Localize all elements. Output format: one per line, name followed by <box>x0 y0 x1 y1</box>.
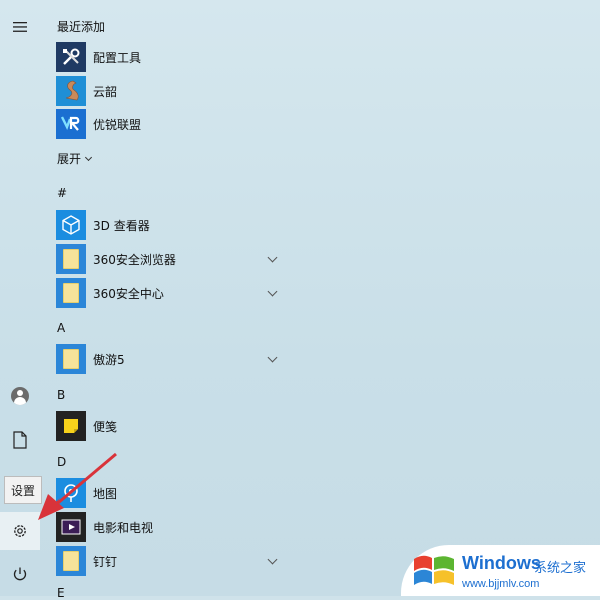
section-hash-header[interactable]: # <box>57 186 67 200</box>
watermark-subtitle: 系统之家 <box>534 561 587 576</box>
account-button[interactable] <box>0 378 40 414</box>
sticky-tile <box>56 411 86 441</box>
expand-toggle[interactable]: 展开 <box>57 150 93 167</box>
section-recent-header: 最近添加 <box>57 20 106 34</box>
folder-icon <box>63 249 79 269</box>
chevron-down-icon <box>84 153 93 161</box>
section-b-header[interactable]: B <box>57 388 65 402</box>
folder-icon <box>63 349 79 369</box>
app-label: 云韶 <box>93 84 118 99</box>
app-3d-viewer[interactable]: 3D 查看器 <box>56 210 284 240</box>
sticky-note-icon <box>64 419 78 433</box>
app-label: 优锐联盟 <box>93 117 142 132</box>
app-label: 3D 查看器 <box>93 218 150 233</box>
windows-logo-icon <box>414 555 454 585</box>
app-label: 配置工具 <box>93 50 142 65</box>
yr-logo-icon <box>60 116 80 131</box>
folder-tile <box>56 278 86 308</box>
avatar-icon <box>11 387 29 405</box>
chevron-down-icon[interactable] <box>267 252 278 263</box>
app-label: 便笺 <box>93 419 118 434</box>
folder-tile <box>56 344 86 374</box>
folder-tile <box>56 546 86 576</box>
app-label: 傲游5 <box>93 352 125 367</box>
app-label: 360安全浏览器 <box>93 252 176 267</box>
expand-label: 展开 <box>57 152 82 166</box>
config-tool-tile <box>56 42 86 72</box>
app-maxthon-folder[interactable]: 傲游5 <box>56 344 284 374</box>
app-360-security-folder[interactable]: 360安全中心 <box>56 278 284 308</box>
watermark-brand: Windows <box>462 553 541 573</box>
folder-icon <box>63 283 79 303</box>
yunshao-icon <box>65 80 79 101</box>
folder-tile <box>56 244 86 274</box>
watermark-url: www.bjjmlv.com <box>462 578 540 590</box>
hamburger-icon <box>13 22 27 32</box>
chevron-down-icon[interactable] <box>267 286 278 297</box>
section-a-header[interactable]: A <box>57 321 65 335</box>
app-360-browser-folder[interactable]: 360安全浏览器 <box>56 244 284 274</box>
chevron-down-icon[interactable] <box>267 352 278 363</box>
youruilm-tile <box>56 109 86 139</box>
cube-icon <box>62 215 80 235</box>
app-dingtalk-folder[interactable]: 钉钉 <box>56 546 284 576</box>
power-button[interactable] <box>0 556 40 592</box>
app-label: 钉钉 <box>93 554 118 569</box>
hamburger-menu-button[interactable] <box>0 9 40 45</box>
chevron-down-icon[interactable] <box>267 554 278 565</box>
viewer3d-tile <box>56 210 86 240</box>
document-icon <box>13 431 27 449</box>
section-e-header[interactable]: E <box>57 586 65 600</box>
app-yunshao[interactable]: 云韶 <box>56 76 284 106</box>
app-config-tool[interactable]: 配置工具 <box>56 42 284 72</box>
power-icon <box>13 567 27 581</box>
yunshao-tile <box>56 76 86 106</box>
annotation-arrow <box>38 452 117 520</box>
app-label: 360安全中心 <box>93 286 164 301</box>
folder-icon <box>63 551 79 571</box>
app-sticky-notes[interactable]: 便笺 <box>56 411 284 441</box>
app-youruilm[interactable]: 优锐联盟 <box>56 109 284 139</box>
gear-icon <box>14 525 26 537</box>
tools-icon <box>63 48 80 65</box>
